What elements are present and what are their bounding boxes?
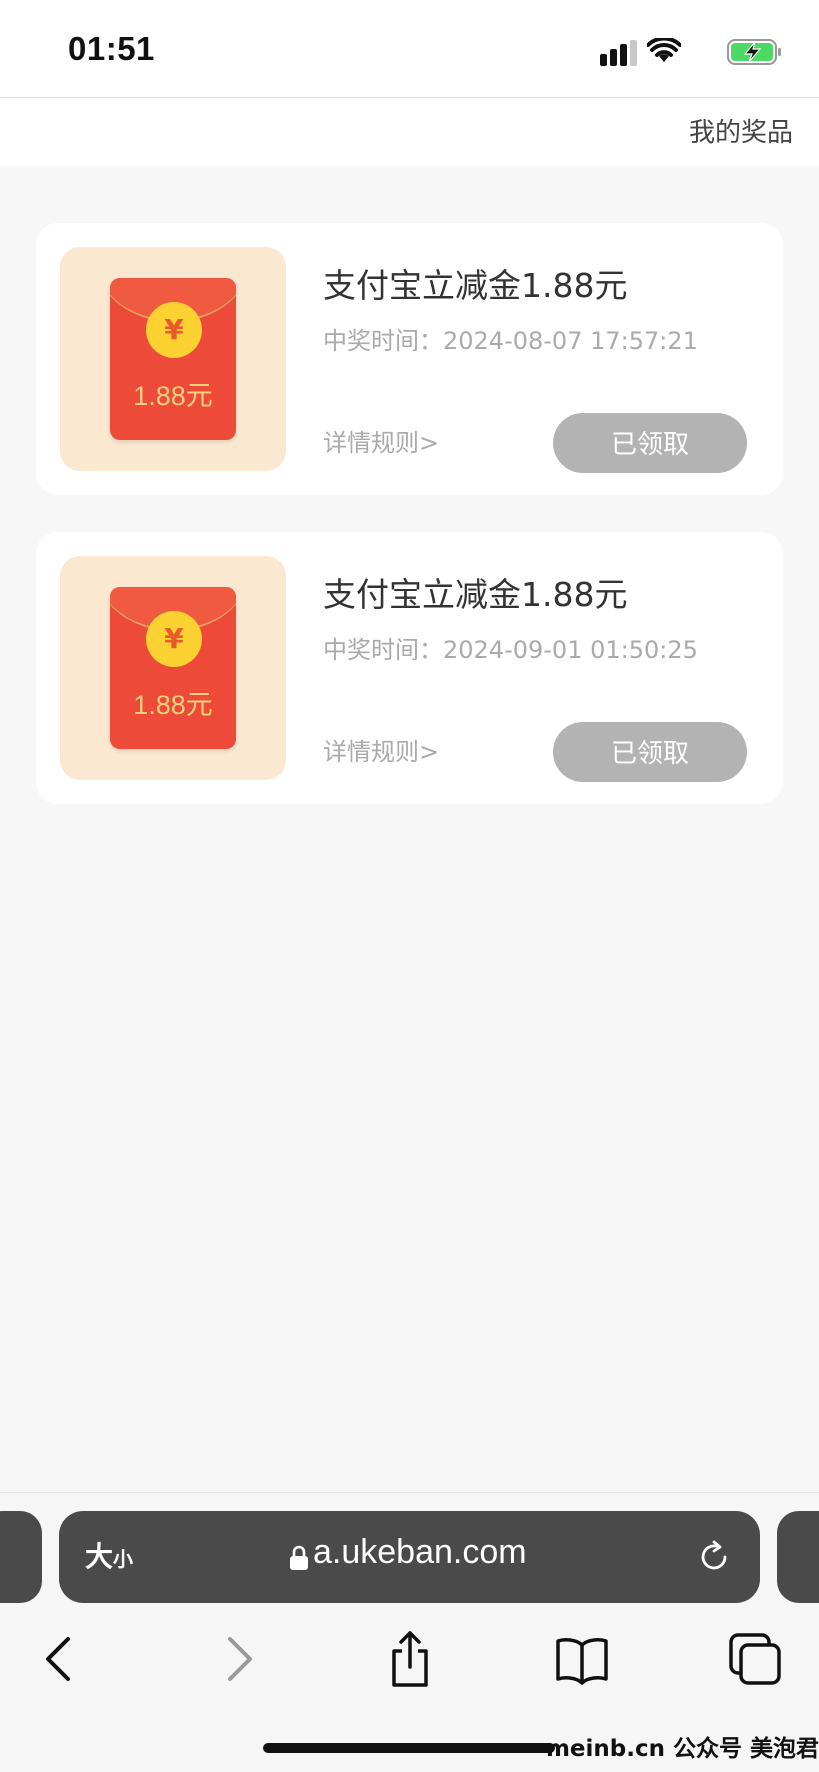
- signal-icon: [600, 40, 637, 66]
- yuan-coin-icon: ¥: [146, 302, 202, 358]
- prize-rules-link[interactable]: 详情规则>: [323, 732, 439, 767]
- lock-icon: [290, 1545, 308, 1570]
- share-icon[interactable]: [380, 1629, 440, 1689]
- text-size-small: 小: [113, 1547, 134, 1571]
- prize-time: 中奖时间：2024-09-01 01:50:25: [323, 636, 698, 664]
- bookmarks-icon[interactable]: [552, 1629, 612, 1689]
- next-tab-peek[interactable]: [777, 1511, 819, 1603]
- browser-toolbar: 大小 a.ukeban.com meinb.cn 公众号 美泡君: [0, 1492, 819, 1772]
- battery-charging-icon: [727, 39, 781, 65]
- claimed-button[interactable]: 已领取: [553, 722, 747, 782]
- back-icon[interactable]: [30, 1629, 90, 1689]
- prize-time: 中奖时间：2024-08-07 17:57:21: [323, 327, 698, 355]
- status-time: 01:51: [68, 30, 155, 67]
- reload-icon[interactable]: [696, 1539, 732, 1575]
- prize-rules-link[interactable]: 详情规则>: [323, 423, 439, 458]
- envelope-amount: 1.88元: [133, 690, 213, 720]
- prize-title: 支付宝立减金1.88元: [323, 266, 628, 305]
- home-indicator: [263, 1743, 555, 1753]
- tabs-icon[interactable]: [725, 1629, 785, 1689]
- envelope-amount: 1.88元: [133, 381, 213, 411]
- prize-title: 支付宝立减金1.88元: [323, 575, 628, 614]
- yuan-coin-icon: ¥: [146, 611, 202, 667]
- address-bar[interactable]: 大小 a.ukeban.com: [59, 1511, 760, 1603]
- red-envelope-thumbnail: ¥ 1.88元: [60, 556, 286, 780]
- wifi-icon: [647, 38, 681, 62]
- red-envelope-thumbnail: ¥ 1.88元: [60, 247, 286, 471]
- red-envelope-icon: ¥ 1.88元: [110, 278, 236, 440]
- text-size-big: 大: [85, 1540, 114, 1573]
- text-size-button[interactable]: 大小: [85, 1535, 133, 1575]
- watermark-text: meinb.cn 公众号 美泡君: [545, 1736, 819, 1762]
- claimed-button[interactable]: 已领取: [553, 413, 747, 473]
- prize-list: ¥ 1.88元 支付宝立减金1.88元 中奖时间：2024-08-07 17:5…: [36, 223, 783, 841]
- status-icons: [583, 36, 783, 68]
- forward-icon[interactable]: [208, 1629, 268, 1689]
- page-header: 我的奖品: [0, 98, 819, 166]
- prize-card: ¥ 1.88元 支付宝立减金1.88元 中奖时间：2024-08-07 17:5…: [36, 223, 783, 495]
- red-envelope-icon: ¥ 1.88元: [110, 587, 236, 749]
- url-text[interactable]: a.ukeban.com: [313, 1533, 527, 1572]
- previous-tab-peek[interactable]: [0, 1511, 42, 1603]
- my-prizes-link[interactable]: 我的奖品: [689, 112, 793, 149]
- status-bar: 01:51: [0, 0, 819, 98]
- prize-card: ¥ 1.88元 支付宝立减金1.88元 中奖时间：2024-09-01 01:5…: [36, 532, 783, 804]
